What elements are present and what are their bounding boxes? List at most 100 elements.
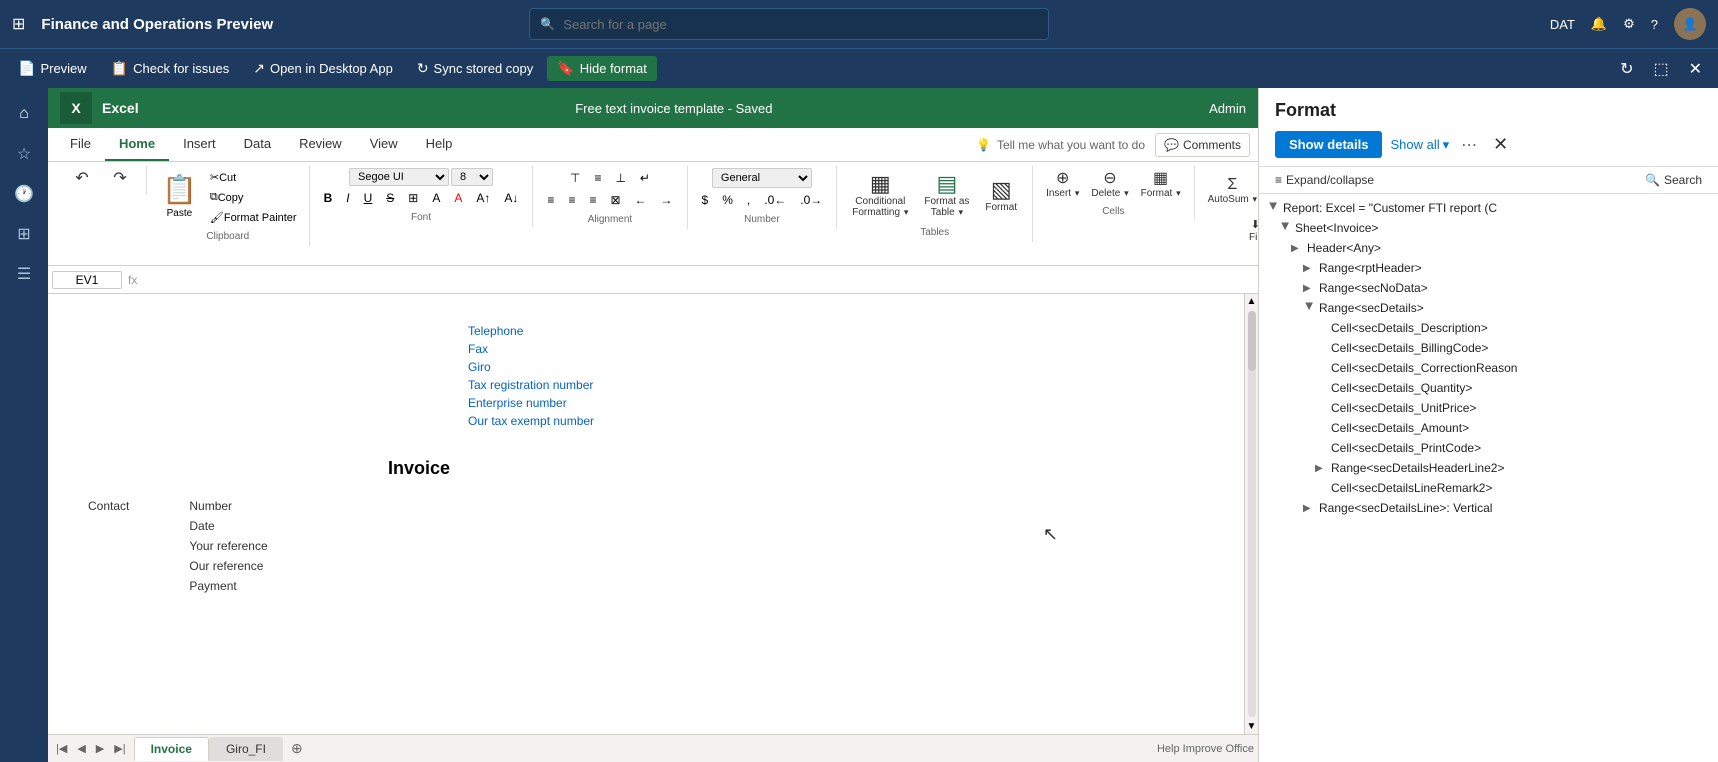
align-bottom-button[interactable]: ⊥ [609,168,631,188]
delete-cells-button[interactable]: ⊖ Delete ▾ [1086,168,1133,202]
redo-button[interactable]: ↷ [102,168,138,190]
font-color-button[interactable]: A [448,188,468,208]
increase-font-button[interactable]: A↑ [470,188,496,208]
tell-me-search[interactable]: 💡 Tell me what you want to do [966,134,1155,156]
tree-range-headerline2[interactable]: ▶ Range<secDetailsHeaderLine2> [1259,458,1718,478]
popout-button[interactable]: ⬚ [1645,55,1676,83]
strikethrough-button[interactable]: S [380,188,400,208]
scroll-down-button[interactable]: ▼ [1245,719,1258,734]
merge-center-button[interactable]: ⊠ [604,190,626,210]
align-middle-button[interactable]: ≡ [588,168,607,188]
tree-cell-printcode[interactable]: Cell<secDetails_PrintCode> [1259,438,1718,458]
percent-button[interactable]: % [716,190,739,210]
underline-button[interactable]: U [358,188,379,208]
wrap-text-button[interactable]: ↵ [634,168,656,188]
decrease-font-button[interactable]: A↓ [498,188,524,208]
search-bar[interactable]: 🔍 [529,8,1049,40]
tab-file[interactable]: File [56,128,105,161]
align-right-button[interactable]: ≡ [583,190,602,210]
refresh-button[interactable]: ↻ [1612,55,1641,83]
tab-review[interactable]: Review [285,128,356,161]
tree-range-rptheader[interactable]: ▶ Range<rptHeader> [1259,258,1718,278]
search-format-button[interactable]: 🔍 Search [1645,173,1702,187]
grid-icon[interactable]: ⊞ [12,14,25,34]
tree-cell-billingcode[interactable]: Cell<secDetails_BillingCode> [1259,338,1718,358]
tree-cell-correctionreason[interactable]: Cell<secDetails_CorrectionReason [1259,358,1718,378]
border-button[interactable]: ⊞ [402,188,424,208]
tree-cell-description[interactable]: Cell<secDetails_Description> [1259,318,1718,338]
tab-insert[interactable]: Insert [169,128,230,161]
tab-home[interactable]: Home [105,128,169,161]
tax-exempt-link[interactable]: Our tax exempt number [468,414,1218,428]
tab-view[interactable]: View [356,128,412,161]
formula-input[interactable] [143,273,1254,287]
more-options-button[interactable]: ⋯ [1457,135,1481,155]
align-left-button[interactable]: ≡ [541,190,560,210]
sidebar-recent-icon[interactable]: 🕐 [6,176,42,212]
tree-range-detailsline[interactable]: ▶ Range<secDetailsLine>: Vertical [1259,498,1718,518]
comma-button[interactable]: , [741,190,756,210]
bell-icon[interactable]: 🔔 [1591,16,1607,32]
close-panel-button[interactable]: ✕ [1681,55,1710,83]
tab-last-button[interactable]: ▶| [110,740,129,757]
sidebar-modules-icon[interactable]: ⊞ [6,216,42,252]
tab-prev-button[interactable]: ◀ [73,740,89,757]
sync-copy-button[interactable]: ↻ Sync stored copy [407,56,543,81]
hide-format-button[interactable]: 🔖 Hide format [547,56,657,81]
tree-cell-amount[interactable]: Cell<secDetails_Amount> [1259,418,1718,438]
tree-sheet-invoice[interactable]: ▶ Sheet<Invoice> [1259,218,1718,238]
search-input[interactable] [563,17,1038,32]
sidebar-list-icon[interactable]: ☰ [6,256,42,292]
format-as-table-button[interactable]: ▤ Format asTable ▾ [917,168,976,223]
avatar[interactable]: 👤 [1674,8,1706,40]
scroll-thumb[interactable] [1248,311,1256,371]
open-desktop-button[interactable]: ↗ Open in Desktop App [243,56,403,81]
undo-button[interactable]: ↶ [64,168,100,190]
decrease-decimal-button[interactable]: .0← [758,190,792,210]
tree-cell-lineremark2[interactable]: Cell<secDetailsLineRemark2> [1259,478,1718,498]
tree-range-secnodata[interactable]: ▶ Range<secNoData> [1259,278,1718,298]
scroll-up-button[interactable]: ▲ [1245,294,1258,309]
fill-button[interactable]: ⬇ Fill [1237,215,1258,246]
tree-root[interactable]: ▶ Report: Excel = "Customer FTI report (… [1259,198,1718,218]
currency-button[interactable]: $ [696,190,715,210]
cut-button[interactable]: ✂ Cut [206,168,301,187]
tab-data[interactable]: Data [230,128,285,161]
show-details-button[interactable]: Show details [1275,131,1382,158]
conditional-formatting-button[interactable]: ▦ ConditionalFormatting ▾ [845,168,915,223]
autosum-button[interactable]: Σ AutoSum ▾ [1203,174,1258,208]
format-cells-button[interactable]: ▦ Format ▾ [1136,168,1186,202]
font-name-select[interactable]: Segoe UI [349,168,449,186]
telephone-link[interactable]: Telephone [468,324,1218,338]
font-size-select[interactable]: 8 [451,168,493,186]
expand-collapse-button[interactable]: ≡ Expand/collapse [1275,173,1374,187]
fill-color-button[interactable]: A [426,188,446,208]
format-painter-button[interactable]: 🖌 Format Painter [206,208,301,227]
align-center-button[interactable]: ≡ [562,190,581,210]
sidebar-home-icon[interactable]: ⌂ [6,96,42,132]
tree-cell-quantity[interactable]: Cell<secDetails_Quantity> [1259,378,1718,398]
comments-button[interactable]: 💬 Comments [1155,133,1250,157]
show-all-button[interactable]: Show all ▾ [1390,137,1449,153]
cell-reference-input[interactable] [52,271,122,289]
vertical-scrollbar[interactable]: ▲ ▼ [1244,294,1258,734]
number-format-select[interactable]: General [712,168,812,188]
sheet-tab-invoice[interactable]: Invoice [134,737,209,761]
help-icon[interactable]: ? [1651,17,1658,32]
tab-help[interactable]: Help [412,128,467,161]
sheet-tab-giro-fi[interactable]: Giro_FI [209,737,283,761]
settings-icon[interactable]: ⚙ [1623,16,1635,32]
italic-button[interactable]: I [340,188,355,208]
preview-button[interactable]: 📄 Preview [8,56,97,81]
close-format-panel-button[interactable]: ✕ [1489,134,1512,155]
tree-range-secdetails[interactable]: ▶ Range<secDetails> [1259,298,1718,318]
indent-decrease-button[interactable]: ← [629,190,653,210]
copy-button[interactable]: ⧉ Copy [206,188,301,207]
tab-next-button[interactable]: ▶ [92,740,108,757]
tree-cell-unitprice[interactable]: Cell<secDetails_UnitPrice> [1259,398,1718,418]
add-sheet-button[interactable]: ⊕ [283,736,311,761]
bold-button[interactable]: B [318,188,339,208]
fax-link[interactable]: Fax [468,342,1218,356]
enterprise-link[interactable]: Enterprise number [468,396,1218,410]
sidebar-star-icon[interactable]: ☆ [6,136,42,172]
